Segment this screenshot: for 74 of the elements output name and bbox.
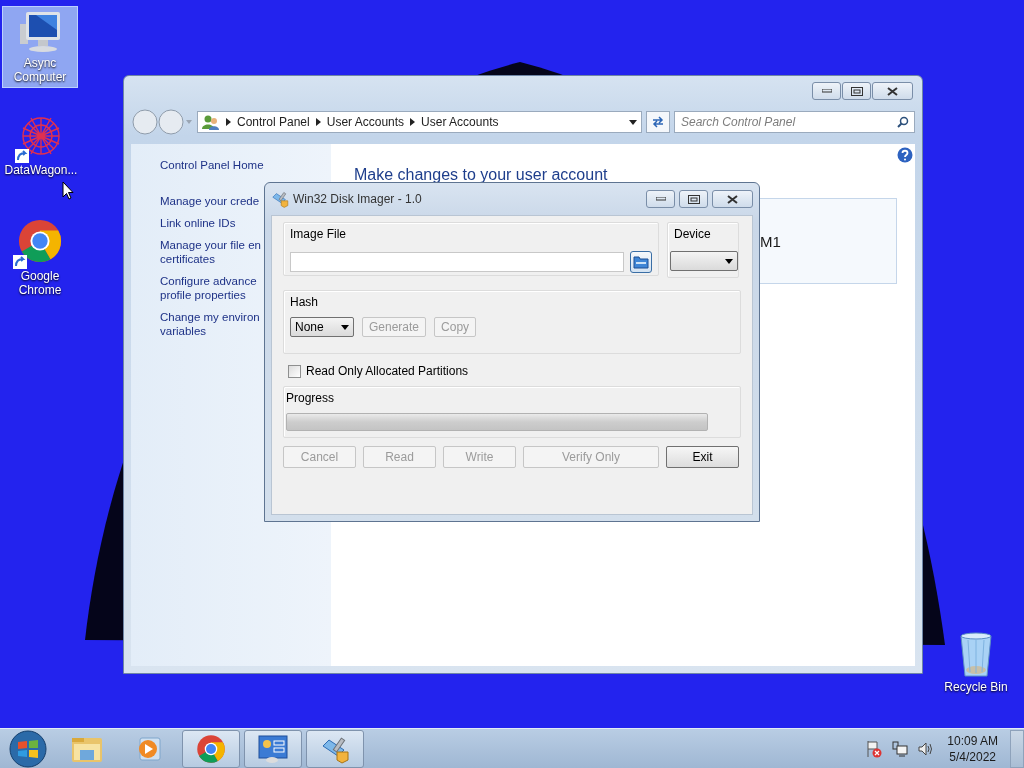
- sidebar-link[interactable]: Manage your crede: [160, 194, 260, 208]
- close-button[interactable]: [872, 82, 913, 100]
- disk-wrench-icon: [271, 190, 289, 208]
- checkbox-label[interactable]: Read Only Allocated Partitions: [306, 364, 469, 378]
- page-heading: Make changes to your user account: [354, 166, 609, 184]
- maximize-icon: [850, 86, 863, 96]
- network-icon[interactable]: [891, 739, 910, 758]
- sidebar-link[interactable]: Link online IDs: [160, 216, 236, 230]
- maximize-button[interactable]: [679, 190, 708, 208]
- desktop-icon-label: DataWagon...: [4, 163, 78, 177]
- dialog-button[interactable]: Exit: [666, 446, 739, 468]
- users-icon: [202, 114, 220, 130]
- shortcut-arrow-icon: [13, 255, 27, 269]
- desktop-icon[interactable]: Google Chrome: [2, 214, 78, 301]
- minimize-icon: [655, 197, 666, 201]
- breadcrumb-item[interactable]: Control Panel: [237, 115, 310, 129]
- close-icon: [887, 86, 898, 96]
- breadcrumb-item[interactable]: User Accounts: [421, 115, 499, 129]
- device-dropdown[interactable]: [670, 251, 738, 271]
- chevron-icon: [315, 118, 321, 126]
- desktop-icon-label: Recycle Bin: [944, 680, 1008, 694]
- search-field[interactable]: Search Control Panel: [674, 111, 915, 133]
- desktop-icon[interactable]: DataWagon...: [1, 110, 81, 181]
- refresh-button[interactable]: [646, 111, 670, 133]
- sidebar-link[interactable]: Change my environ: [160, 310, 260, 324]
- help-icon[interactable]: [897, 147, 913, 163]
- group-label: Progress: [286, 391, 336, 405]
- taskbar-button[interactable]: [244, 729, 302, 768]
- group-label: Hash: [290, 295, 319, 309]
- sidebar-link[interactable]: variables: [160, 324, 207, 338]
- hash-dropdown[interactable]: None: [290, 317, 354, 337]
- desktop-icon-label: Async Computer: [12, 56, 68, 84]
- desktop-icon[interactable]: Recycle Bin: [938, 628, 1014, 698]
- shortcut-arrow-icon: [15, 149, 29, 163]
- sidebar-link[interactable]: Control Panel Home: [160, 158, 264, 172]
- caret-icon: [725, 258, 733, 264]
- sidebar-link[interactable]: certificates: [160, 252, 215, 266]
- maximize-button[interactable]: [842, 82, 871, 100]
- folder-icon: [633, 255, 650, 269]
- recycle-bin-icon: [958, 632, 994, 678]
- image-file-field[interactable]: [290, 252, 625, 272]
- clock-date[interactable]: 5/4/2022: [949, 748, 996, 765]
- chevron-icon: [226, 118, 231, 126]
- close-icon: [727, 194, 738, 204]
- sidebar-link[interactable]: Manage your file en: [160, 238, 261, 252]
- address-bar[interactable]: Control Panel User Accounts User Accounts: [197, 111, 642, 133]
- breadcrumb-item[interactable]: User Accounts: [326, 115, 405, 129]
- flag-icon[interactable]: [865, 739, 884, 758]
- search-icon[interactable]: [897, 116, 909, 128]
- minimize-icon: [821, 89, 832, 93]
- control-panel-icon: [257, 733, 289, 764]
- chrome-icon: [17, 218, 63, 264]
- sidebar-link[interactable]: Configure advance: [160, 274, 257, 288]
- taskbar-button[interactable]: [182, 729, 240, 768]
- caret-icon: [341, 324, 349, 330]
- checkbox[interactable]: [288, 364, 301, 378]
- group-label: Image File: [290, 227, 348, 241]
- close-button[interactable]: [712, 190, 753, 208]
- clock-time[interactable]: 10:09 AM: [947, 732, 998, 749]
- window-title: Win32 Disk Imager - 1.0: [293, 192, 423, 206]
- taskbar-button[interactable]: [306, 729, 364, 768]
- refresh-icon: [651, 116, 665, 128]
- network-drawing: [19, 114, 63, 158]
- desktop-icon-label: Google Chrome: [17, 269, 63, 297]
- sidebar-link[interactable]: profile properties: [160, 288, 246, 302]
- account-name: M1: [760, 232, 781, 250]
- chevron-icon: [410, 118, 416, 126]
- maximize-icon: [687, 194, 700, 204]
- dropdown-arrow-icon[interactable]: [629, 119, 637, 125]
- start-button[interactable]: [6, 729, 50, 768]
- chrome-icon: [196, 733, 226, 764]
- group-label: Device: [674, 227, 712, 241]
- cursor-icon: [62, 181, 74, 200]
- browse-button[interactable]: [630, 251, 652, 273]
